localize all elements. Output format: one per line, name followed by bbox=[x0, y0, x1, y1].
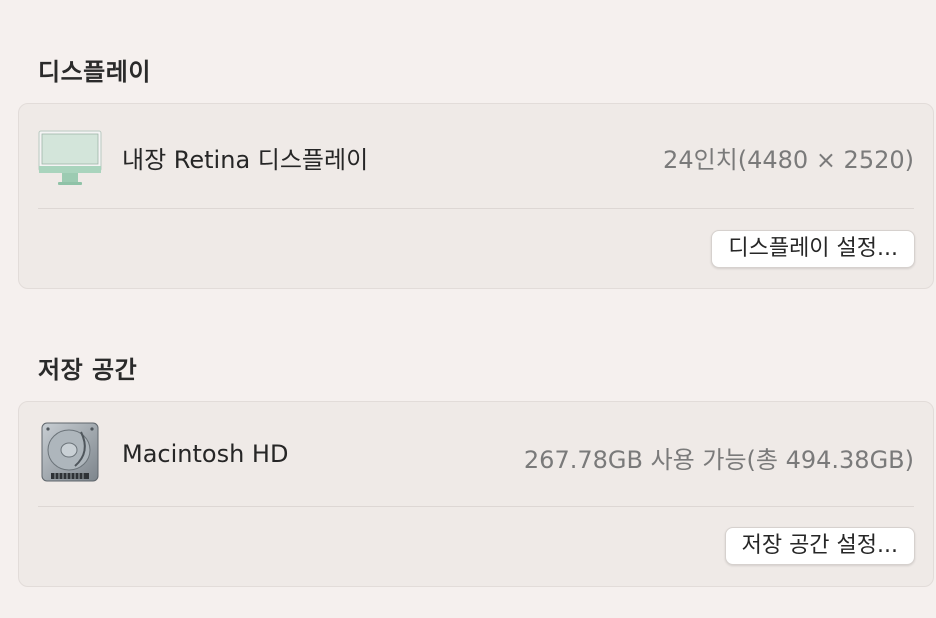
display-name: 내장 Retina 디스플레이 bbox=[122, 146, 369, 174]
display-divider bbox=[38, 208, 914, 209]
display-resolution: 24인치(4480 × 2520) bbox=[663, 146, 914, 174]
storage-capacity: 267.78GB 사용 가능(총 494.38GB) bbox=[523, 446, 914, 474]
hard-drive-icon bbox=[41, 422, 99, 486]
storage-volume-name: Macintosh HD bbox=[122, 440, 289, 468]
storage-section-title: 저장 공간 bbox=[38, 356, 138, 384]
display-settings-button[interactable]: 디스플레이 설정... bbox=[711, 230, 915, 268]
storage-settings-button[interactable]: 저장 공간 설정... bbox=[724, 527, 915, 565]
display-section-title: 디스플레이 bbox=[38, 58, 151, 86]
display-row[interactable]: 내장 Retina 디스플레이 24인치(4480 × 2520) bbox=[19, 104, 933, 204]
display-card: 내장 Retina 디스플레이 24인치(4480 × 2520) 디스플레이 … bbox=[18, 103, 934, 289]
storage-divider bbox=[38, 506, 914, 507]
storage-card: Macintosh HD 267.78GB 사용 가능(총 494.38GB) … bbox=[18, 401, 934, 587]
imac-icon bbox=[38, 130, 102, 190]
storage-row[interactable]: Macintosh HD 267.78GB 사용 가능(총 494.38GB) bbox=[19, 402, 933, 502]
